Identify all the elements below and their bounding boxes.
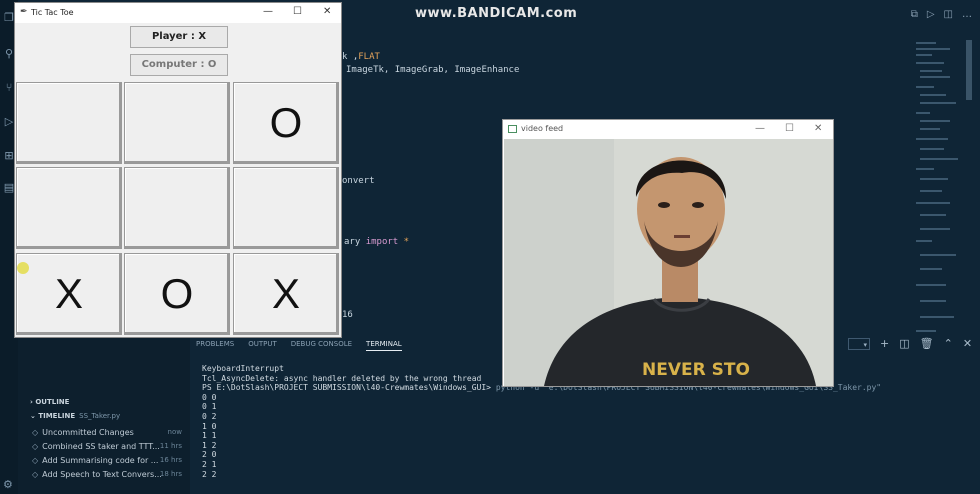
panel-actions: ▾ + ◫ 🗑 ⌃ ✕ [848,337,972,350]
board-cell[interactable] [233,167,339,249]
window-titlebar[interactable]: video feed — ☐ ✕ [503,120,833,139]
board-cell[interactable] [124,167,230,249]
close-icon[interactable]: ✕ [323,6,331,17]
board-cell[interactable]: X [16,253,122,335]
terminal-line: 0 1 [202,402,217,412]
player-button[interactable]: Player : X [130,26,228,48]
chevron-up-icon[interactable]: ⌃ [944,337,953,350]
timeline-section-header[interactable]: ⌄ TIMELINE SS_Taker.py [30,412,120,420]
board-cell[interactable]: X [233,253,339,335]
window-title: video feed [521,124,564,133]
shirt-text: NEVER STO [642,360,750,380]
tab-output[interactable]: OUTPUT [248,340,277,351]
timeline-item[interactable]: ◇ Add Summarising code for ... 16 hrs [32,456,182,465]
terminal-select[interactable]: ▾ [848,337,870,350]
person-image: NEVER STO [504,139,833,386]
minimize-icon[interactable]: — [755,123,765,134]
board-cell[interactable]: O [233,82,339,164]
run-icon[interactable]: ▷ [927,9,935,20]
split-editor-icon[interactable]: ◫ [944,9,953,20]
maximize-icon[interactable]: ☐ [785,123,794,134]
new-terminal-icon[interactable]: + [880,337,889,350]
tab-problems[interactable]: PROBLEMS [196,340,234,351]
code-line: ImageTk, ImageGrab, ImageEnhance [346,65,520,75]
code-line: ary import * [344,237,410,247]
terminal-line: 2 2 [202,469,217,479]
commit-icon: ◇ [32,470,39,479]
panel-tabs: PROBLEMS OUTPUT DEBUG CONSOLE TERMINAL [196,340,402,351]
terminal-line: 2 1 [202,459,217,469]
editor-scrollbar[interactable] [966,40,972,100]
board-cell[interactable]: O [124,253,230,335]
window-titlebar[interactable]: ✒ Tic Tac Toe — ☐ ✕ [15,3,341,23]
commit-icon: ◇ [32,456,39,465]
terminal-line: 0 2 [202,411,217,421]
more-actions-icon[interactable]: … [962,9,972,20]
bandicam-watermark: www.BANDICAM.com [415,6,578,21]
webcam-feed: NEVER STO [504,139,833,386]
mouse-cursor-highlight [17,262,29,274]
computer-button[interactable]: Computer : O [130,54,228,76]
board-cell[interactable] [16,82,122,164]
split-terminal-icon[interactable]: ◫ [899,337,909,350]
commit-icon: ◇ [32,442,39,451]
tk-feather-icon: ✒ [20,7,28,17]
outline-section-header[interactable]: › OUTLINE [30,398,69,406]
terminal-line: 1 1 [202,431,217,441]
terminal-line: 1 2 [202,440,217,450]
app-icon [508,125,517,133]
tic-tac-toe-window: ✒ Tic Tac Toe — ☐ ✕ Player : X Computer … [14,2,342,338]
terminal-line: 1 0 [202,421,217,431]
code-line: 16 [342,310,353,320]
board-cell[interactable] [124,82,230,164]
board-cell[interactable] [16,167,122,249]
tab-debug-console[interactable]: DEBUG CONSOLE [291,340,352,351]
maximize-icon[interactable]: ☐ [293,6,302,17]
commit-icon: ◇ [32,428,39,437]
timeline-item[interactable]: ◇ Uncommitted Changes now [32,428,182,437]
editor-actions: ⧉ ▷ ◫ … [911,9,972,20]
timeline-item[interactable]: ◇ Add Speech to Text Convers... 18 hrs [32,470,182,479]
terminal-line: 0 0 [202,392,217,402]
code-line: k ,FLAT [342,52,380,62]
timeline-item[interactable]: ◇ Combined SS taker and TTT... 11 hrs [32,442,182,451]
window-title: Tic Tac Toe [31,8,74,17]
close-icon[interactable]: ✕ [814,123,822,134]
minimize-icon[interactable]: — [263,6,273,17]
trash-icon[interactable]: 🗑 [920,337,934,350]
gear-icon[interactable]: ⚙ [3,478,13,491]
close-icon[interactable]: ✕ [963,337,972,350]
compare-icon[interactable]: ⧉ [911,9,918,20]
minimap[interactable] [914,40,962,340]
terminal-line: 2 0 [202,450,217,460]
video-feed-window: video feed — ☐ ✕ NEVER STO [502,119,834,387]
code-line: onvert [342,176,375,186]
tab-terminal[interactable]: TERMINAL [366,340,402,351]
